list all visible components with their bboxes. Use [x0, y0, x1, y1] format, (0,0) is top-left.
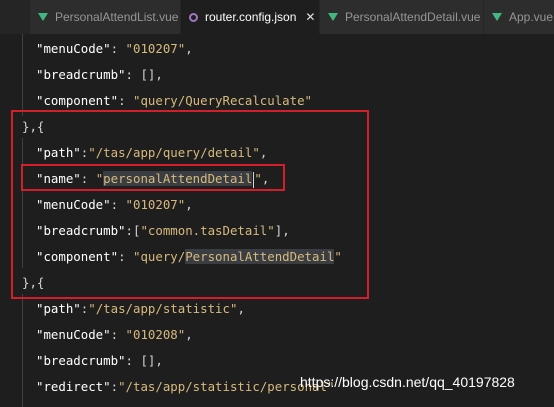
highlight-box-name-line	[21, 164, 285, 191]
code-line: "breadcrumb": [],	[36, 67, 163, 82]
watermark: https://blog.csdn.net/qq_40197828	[300, 374, 515, 390]
tab-personal-attend-list[interactable]: PersonalAttendList.vue	[30, 0, 180, 34]
code-line: "redirect":"/tas/app/statistic/personal"	[36, 379, 335, 394]
tab-app-vue[interactable]: App.vue	[484, 0, 554, 34]
tab-personal-attend-detail[interactable]: PersonalAttendDetail.vue	[320, 0, 483, 34]
code-editor[interactable]: "menuCode": "010207", "breadcrumb": [], …	[0, 34, 554, 407]
code-line: "menuCode": "010207",	[36, 41, 193, 56]
close-icon[interactable]: ✕	[305, 10, 315, 24]
vue-file-icon	[38, 13, 48, 21]
vue-file-icon	[328, 13, 338, 21]
tab-label: PersonalAttendDetail.vue	[345, 10, 481, 24]
editor-tab-bar: PersonalAttendList.vue router.config.jso…	[0, 0, 554, 34]
tab-label: PersonalAttendList.vue	[55, 10, 179, 24]
vue-file-icon	[492, 13, 502, 21]
code-line: "breadcrumb": [],	[36, 353, 163, 368]
indent-guide	[22, 34, 23, 116]
tab-label: App.vue	[509, 10, 554, 24]
indent-guide	[22, 294, 23, 407]
highlight-box-route-block	[11, 110, 369, 299]
tab-label: router.config.json	[205, 10, 297, 24]
tab-router-config[interactable]: router.config.json ✕	[181, 0, 319, 34]
json-file-icon	[189, 12, 198, 22]
code-line: "menuCode": "010208",	[36, 327, 193, 342]
code-line: "path":"/tas/app/statistic",	[36, 301, 245, 316]
